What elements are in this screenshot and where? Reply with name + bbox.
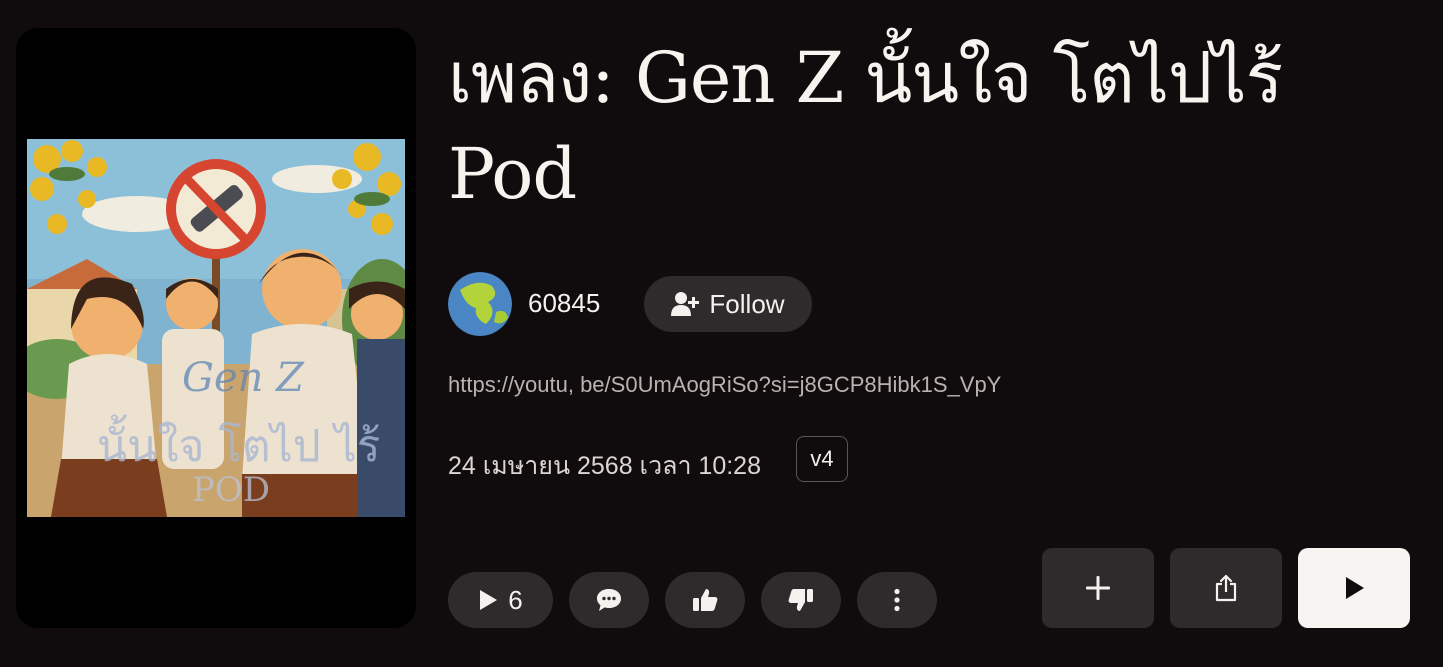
cover-panel: Gen Z นั้นใจ โตไป ไร้ POD bbox=[16, 28, 416, 628]
comment-button[interactable] bbox=[569, 572, 649, 628]
creator-name[interactable]: 60845 bbox=[528, 288, 600, 319]
share-button[interactable] bbox=[1170, 548, 1282, 628]
share-icon bbox=[1215, 574, 1237, 602]
cover-text-line3: POD bbox=[192, 470, 270, 510]
play-icon bbox=[1346, 577, 1364, 599]
avatar[interactable] bbox=[448, 272, 512, 336]
comment-icon bbox=[597, 589, 621, 611]
thumbs-up-icon bbox=[693, 589, 718, 611]
more-options-button[interactable] bbox=[857, 572, 937, 628]
source-link[interactable]: https://youtu, be/S0UmAogRiSo?si=j8GCP8H… bbox=[448, 372, 1001, 398]
play-button[interactable] bbox=[1298, 548, 1410, 628]
play-icon bbox=[480, 590, 498, 610]
created-date: 24 เมษายน 2568 เวลา 10:28 bbox=[448, 452, 761, 480]
thumbs-down-icon bbox=[788, 589, 813, 611]
dislike-button[interactable] bbox=[761, 572, 841, 628]
play-count: 6 bbox=[508, 584, 523, 615]
like-button[interactable] bbox=[665, 572, 745, 628]
person-plus-icon bbox=[671, 292, 700, 316]
play-count-button[interactable]: 6 bbox=[448, 572, 553, 628]
more-vertical-icon bbox=[894, 588, 900, 612]
cover-text-line2: นั้นใจ โตไป ไร้ bbox=[97, 414, 380, 472]
follow-label: Follow bbox=[709, 288, 785, 319]
song-title: เพลง: Gen Z นั้นใจ โตไปไร้ Pod bbox=[448, 37, 1283, 215]
follow-button[interactable]: Follow bbox=[644, 276, 812, 332]
cover-art[interactable]: Gen Z นั้นใจ โตไป ไร้ POD bbox=[27, 139, 405, 517]
add-to-playlist-button[interactable] bbox=[1042, 548, 1154, 628]
plus-icon bbox=[1086, 576, 1110, 600]
cover-text-line1: Gen Z bbox=[182, 355, 305, 401]
version-badge[interactable]: v4 bbox=[796, 436, 848, 482]
